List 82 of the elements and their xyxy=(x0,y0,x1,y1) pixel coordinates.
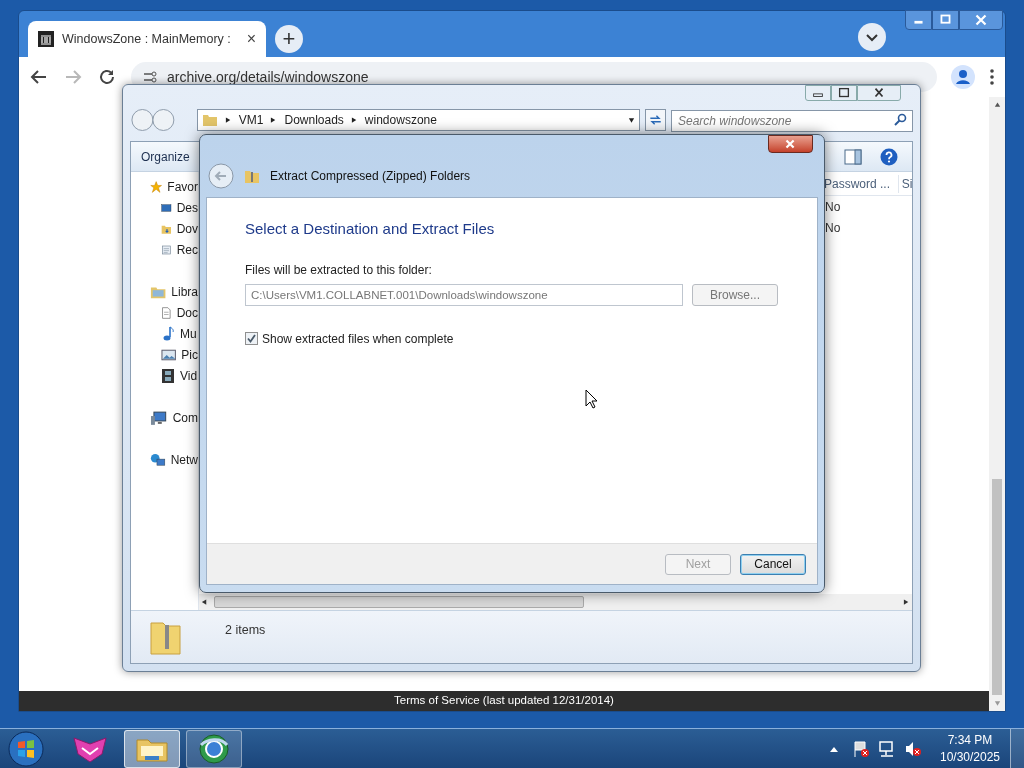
nav-item[interactable]: Favor xyxy=(167,177,198,196)
breadcrumb[interactable]: windowszone xyxy=(364,111,437,129)
nav-item[interactable]: Doc xyxy=(176,303,198,322)
menu-icon[interactable] xyxy=(989,68,995,86)
dialog-title: Extract Compressed (Zipped) Folders xyxy=(270,168,471,185)
nav-item[interactable]: Pic xyxy=(181,345,198,364)
browser-icon[interactable] xyxy=(198,732,230,765)
table-cell-text: No xyxy=(825,198,841,216)
tab-search-icon[interactable] xyxy=(858,23,886,51)
dropdown-arrow-icon[interactable] xyxy=(627,116,635,124)
nav-item[interactable]: Vid xyxy=(180,366,198,385)
maximize-icon[interactable] xyxy=(831,85,857,101)
browse-button[interactable]: Browse... xyxy=(692,283,778,306)
clock-date[interactable]: 10/30/2025 xyxy=(939,748,1001,766)
breadcrumb-arrow-icon[interactable] xyxy=(224,116,232,124)
clock-time[interactable]: 7:34 PM xyxy=(947,731,993,749)
dialog-heading: Select a Destination and Extract Files xyxy=(245,219,495,239)
browser-tab[interactable]: WindowsZone : MainMemory : × xyxy=(28,21,266,57)
flag-icon[interactable] xyxy=(852,739,870,758)
preview-pane-icon[interactable] xyxy=(844,148,862,165)
breadcrumb[interactable]: VM1 xyxy=(238,111,264,129)
nav-item[interactable]: Mu xyxy=(180,324,197,343)
item-count: 2 items xyxy=(225,622,266,639)
tab-close-button[interactable]: × xyxy=(246,27,256,51)
nav-item[interactable]: Des xyxy=(176,198,198,217)
address-bar[interactable]: VM1 Downloads windowszone xyxy=(196,109,640,131)
mouse-pointer-icon xyxy=(585,389,598,409)
taskbar-button[interactable] xyxy=(124,729,180,768)
network-icon[interactable] xyxy=(878,739,896,758)
reload-icon[interactable] xyxy=(97,67,117,87)
film-icon xyxy=(161,367,175,384)
nav-item[interactable]: Com xyxy=(172,408,198,427)
maximize-icon[interactable] xyxy=(932,10,959,30)
scroll-up-icon[interactable] xyxy=(993,101,1001,109)
destination-field[interactable]: C:\Users\VM1.COLLABNET.001\Downloads\windowszone xyxy=(245,283,683,306)
search-field[interactable]: Search windowszone xyxy=(671,110,913,132)
scrollbar[interactable] xyxy=(989,97,1005,711)
horizontal-scrollbar[interactable] xyxy=(199,594,912,610)
close-icon[interactable] xyxy=(768,135,813,153)
checkmark-icon xyxy=(247,334,256,343)
computer-icon xyxy=(150,409,168,426)
scrollbar-thumb[interactable] xyxy=(992,479,1002,695)
site-info-icon[interactable] xyxy=(143,70,157,84)
breadcrumb[interactable]: Downloads xyxy=(284,111,344,129)
help-icon[interactable] xyxy=(880,147,898,166)
building-icon xyxy=(38,31,54,47)
toolbar-button[interactable]: Organize xyxy=(141,147,190,166)
new-tab-button[interactable]: + xyxy=(275,25,303,53)
star-icon xyxy=(150,178,163,195)
url-text[interactable]: archive.org/details/windowszone xyxy=(167,66,369,88)
breadcrumb-arrow-icon[interactable] xyxy=(350,116,358,124)
folder-icon xyxy=(201,113,218,127)
zip-folder-icon xyxy=(244,168,260,184)
terms-link[interactable]: Terms of Service (last updated 12/31/2014) xyxy=(394,692,614,710)
start-button[interactable] xyxy=(6,728,46,768)
refresh-icon[interactable] xyxy=(644,109,666,131)
scroll-left-icon[interactable] xyxy=(201,598,208,606)
dialog-button[interactable]: Cancel xyxy=(740,553,806,575)
search-icon[interactable] xyxy=(894,113,907,126)
taskbar-button[interactable] xyxy=(186,729,242,768)
scroll-right-icon[interactable] xyxy=(903,598,910,606)
music-note-icon xyxy=(161,325,175,342)
nav-item[interactable]: Netw xyxy=(170,450,198,469)
network-icon xyxy=(150,451,166,468)
minimize-icon[interactable] xyxy=(805,85,831,101)
nav-item[interactable]: Libra xyxy=(171,282,198,301)
scrollbar-thumb[interactable] xyxy=(214,596,584,608)
minimize-icon[interactable] xyxy=(905,10,932,30)
nav-item[interactable]: Dov xyxy=(176,219,198,238)
field-label: Files will be extracted to this folder: xyxy=(245,261,432,279)
close-icon[interactable] xyxy=(959,10,1003,30)
checkbox-label: Show extracted files when complete xyxy=(262,330,454,348)
profile-icon[interactable] xyxy=(951,65,975,89)
checkbox[interactable] xyxy=(245,332,258,345)
table-cell-text: No xyxy=(825,219,841,237)
close-icon[interactable] xyxy=(857,85,901,101)
show-desktop-button[interactable] xyxy=(1010,728,1024,768)
nav-item[interactable]: Rec xyxy=(176,240,198,259)
tab-title: WindowsZone : MainMemory : xyxy=(62,30,232,48)
picture-icon xyxy=(161,347,177,362)
document-icon xyxy=(161,304,172,321)
column-header[interactable]: Si xyxy=(897,174,912,193)
